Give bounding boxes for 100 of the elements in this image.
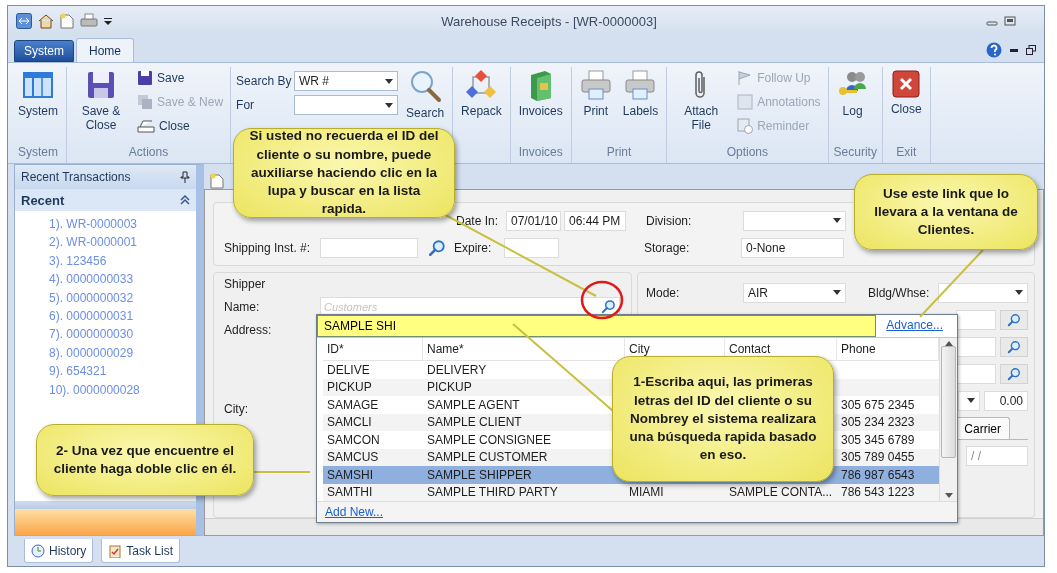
table-cell-text: SAMPLE CUSTOMER	[426, 450, 548, 465]
app-icon[interactable]	[16, 13, 32, 29]
maximize-icon[interactable]	[1004, 16, 1016, 26]
help-icon[interactable]	[986, 42, 1002, 58]
search-button[interactable]	[1000, 363, 1028, 384]
field-label: City:	[224, 401, 249, 416]
ribbon-button[interactable]: Log	[833, 67, 872, 121]
table-cell-text: SAMPLE CLIENT	[426, 415, 522, 430]
table-cell-text: 305 675 2345	[840, 397, 915, 412]
ribbon-button[interactable]: Search	[403, 67, 448, 123]
new-document-icon[interactable]	[60, 13, 74, 29]
input-field[interactable]	[956, 336, 996, 357]
input-field[interactable]	[956, 309, 996, 330]
note-icon	[737, 94, 754, 110]
caret-icon	[1015, 290, 1023, 295]
ribbon-button[interactable]: Save & Close	[72, 67, 130, 135]
column-header[interactable]: ID*	[327, 342, 344, 356]
tray-icon	[137, 119, 155, 133]
field-label: Date In:	[456, 213, 500, 228]
ribbon-button[interactable]: Invoices	[515, 67, 566, 121]
vertical-scrollbar[interactable]	[939, 338, 957, 501]
column-header[interactable]: City	[629, 342, 650, 356]
search-button[interactable]	[1000, 336, 1028, 357]
dropdown-field[interactable]	[958, 390, 980, 411]
table-cell-text: 305 345 6789	[840, 432, 915, 447]
table-cell-text: DELIVE	[326, 362, 370, 377]
search-icon	[1007, 312, 1021, 327]
input-field[interactable]	[956, 363, 996, 384]
resize-grip[interactable]	[15, 501, 196, 509]
tab[interactable]: Carrier	[955, 417, 1010, 439]
table-cell-text: SAMPLE SHIPPER	[426, 467, 532, 482]
bottom-tab[interactable]: Task List	[101, 539, 181, 563]
table-cell-text: PICKUP	[426, 380, 472, 395]
field-label: Name:	[224, 299, 261, 314]
group-title: Actions	[127, 145, 170, 161]
advance-link[interactable]: Advance...	[876, 315, 957, 337]
new-document-icon[interactable]	[210, 173, 224, 189]
diamond-shapes-icon	[465, 69, 498, 101]
scroll-down-icon[interactable]	[944, 493, 953, 498]
input-field[interactable]	[320, 237, 418, 258]
date-field[interactable]: 07/01/10	[506, 210, 561, 231]
search-icon	[408, 69, 443, 103]
search-icon	[601, 299, 616, 314]
pin-icon[interactable]	[180, 171, 190, 183]
date-field[interactable]: / /	[966, 445, 1028, 466]
window-panes-icon	[22, 69, 54, 101]
table-cell-text: SAMPLE CONTA...	[728, 485, 833, 500]
column-header[interactable]: Phone	[841, 342, 876, 356]
amount-field[interactable]: 0.00	[984, 390, 1028, 411]
ribbon-button[interactable]: Attach File	[672, 67, 731, 135]
ribbon-button[interactable]: Close	[887, 67, 925, 119]
table-cell-text: SAMPLE AGENT	[426, 397, 520, 412]
table-cell-text: SAMCUS	[326, 450, 379, 465]
dropdown-field[interactable]: AIR	[743, 282, 846, 303]
table-cell-text: 305 789 0455	[840, 450, 915, 465]
search-icon	[1007, 339, 1021, 354]
caret-icon	[833, 218, 841, 223]
minimize-icon[interactable]	[1010, 48, 1018, 52]
column-header[interactable]: Contact	[729, 342, 771, 356]
dropdown-field[interactable]: WR #	[294, 71, 399, 91]
dropdown-field[interactable]	[743, 210, 846, 231]
table-cell-text: PICKUP	[326, 380, 372, 395]
callout-bubble: 2- Una vez que encuentre el cliente haga doble clic en él.	[36, 424, 254, 496]
group-title: Options	[725, 145, 770, 161]
time-field[interactable]: 06:44 PM	[564, 210, 626, 231]
floppy-stack-icon	[137, 94, 153, 110]
dropdown-field[interactable]	[938, 282, 1028, 303]
panel-title: Recent Transactions	[21, 170, 131, 184]
date-field[interactable]	[504, 237, 559, 258]
ribbon-button[interactable]: System	[15, 67, 61, 121]
dropdown-field[interactable]: 0-None	[741, 237, 844, 258]
group-title: Print	[605, 145, 633, 161]
ribbon-button[interactable]: Labels	[619, 67, 662, 121]
add-new-link[interactable]: Add New...	[325, 505, 384, 519]
column-header[interactable]: Name*	[427, 342, 464, 356]
ribbon-button[interactable]: Print	[576, 67, 615, 121]
table-cell-text: 786 987 6543	[840, 467, 915, 482]
restore-icon[interactable]	[1026, 45, 1036, 55]
table-cell-text: SAMSHI	[326, 467, 373, 482]
group-title: System	[17, 145, 59, 161]
bottom-tab[interactable]: History	[24, 539, 94, 563]
ribbon-button[interactable]: Close	[135, 115, 226, 137]
ribbon-button[interactable]: Repack	[458, 67, 505, 121]
printer-icon[interactable]	[80, 13, 98, 29]
search-input[interactable]: SAMPLE SHI	[317, 315, 877, 337]
ribbon-button[interactable]: Save	[135, 67, 226, 89]
search-button[interactable]	[1000, 309, 1028, 330]
table-cell-text: SAMCON	[326, 432, 380, 447]
section-header[interactable]: Recent	[15, 189, 196, 211]
leader-line	[253, 471, 311, 473]
ribbon-tab[interactable]: Home	[76, 38, 135, 62]
home-icon[interactable]	[38, 13, 54, 29]
search-icon	[1007, 366, 1021, 381]
dropdown-arrow-icon[interactable]	[104, 17, 112, 25]
printer-icon	[579, 69, 612, 101]
application-menu-button[interactable]: System	[14, 40, 74, 62]
caret-icon	[385, 78, 394, 84]
printer-icon	[624, 69, 657, 101]
calendar-clock-icon	[737, 118, 754, 134]
dropdown-field[interactable]	[294, 95, 399, 115]
